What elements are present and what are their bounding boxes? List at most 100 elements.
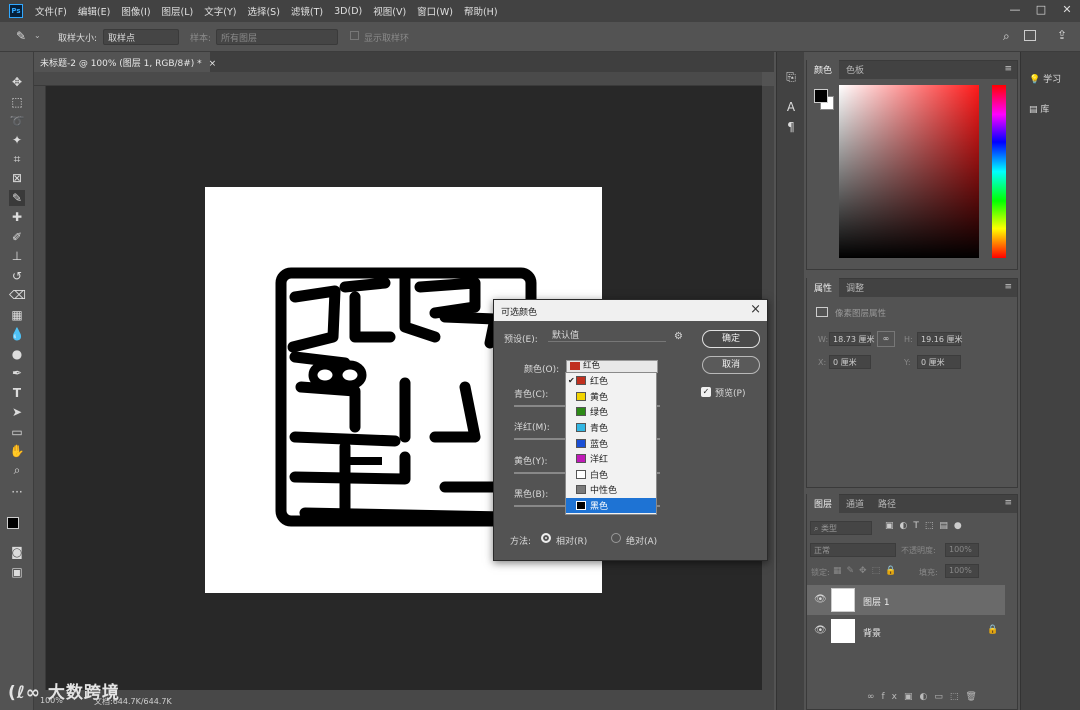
- chevron-down-icon[interactable]: ⌄: [34, 31, 41, 40]
- move-tool-icon[interactable]: ✥: [9, 74, 25, 90]
- menu-view[interactable]: 视图(V): [373, 4, 406, 18]
- layer-row-layer1[interactable]: 👁 图层 1: [807, 585, 1005, 615]
- dropdown-option-blue[interactable]: 蓝色: [566, 435, 656, 451]
- eye-icon[interactable]: 👁: [814, 625, 827, 636]
- history-panel-icon[interactable]: ⎘: [783, 70, 799, 86]
- tab-color[interactable]: 颜色: [807, 60, 840, 79]
- layer-name[interactable]: 图层 1: [863, 595, 890, 608]
- dropdown-option-green[interactable]: 绿色: [566, 404, 656, 420]
- blend-mode-select[interactable]: 正常: [810, 543, 896, 557]
- saturation-brightness-field[interactable]: [839, 85, 979, 258]
- menu-filter[interactable]: 滤镜(T): [291, 4, 323, 18]
- learn-panel-button[interactable]: 💡 学习: [1029, 72, 1061, 85]
- hand-tool-icon[interactable]: ✋: [9, 443, 25, 459]
- crop-tool-icon[interactable]: ⌗: [9, 151, 25, 167]
- tab-paths[interactable]: 路径: [871, 494, 903, 513]
- dropdown-option-white[interactable]: 白色: [566, 467, 656, 483]
- blur-tool-icon[interactable]: 💧: [9, 326, 25, 342]
- close-window-button[interactable]: ✕: [1054, 0, 1080, 22]
- link-icon[interactable]: ∞: [877, 331, 895, 347]
- eye-icon[interactable]: 👁: [814, 594, 827, 605]
- close-icon[interactable]: ×: [750, 302, 761, 317]
- more-tools-icon[interactable]: ···: [9, 484, 25, 500]
- sample-select[interactable]: 所有图层: [216, 29, 338, 45]
- workspace-icon[interactable]: [1024, 30, 1036, 41]
- preset-select[interactable]: 默认值: [548, 328, 666, 342]
- layer-row-background[interactable]: 👁 背景 🔒: [807, 616, 1005, 646]
- layer-actions-icons[interactable]: ∞fx▣◐▭⬚🗑: [867, 692, 984, 702]
- type-tool-icon[interactable]: T: [9, 385, 25, 401]
- menu-type[interactable]: 文字(Y): [204, 4, 236, 18]
- width-field[interactable]: 18.73 厘米: [829, 332, 874, 346]
- preview-checkbox[interactable]: ✓: [701, 387, 711, 397]
- character-panel-icon[interactable]: A: [783, 100, 799, 116]
- healing-brush-tool-icon[interactable]: ✚: [9, 209, 25, 225]
- panel-menu-icon[interactable]: ≡: [1004, 498, 1012, 508]
- hue-slider[interactable]: [992, 85, 1006, 258]
- menu-edit[interactable]: 编辑(E): [78, 4, 110, 18]
- panel-menu-icon[interactable]: ≡: [1004, 282, 1012, 292]
- lasso-tool-icon[interactable]: ➰: [9, 113, 25, 129]
- brush-tool-icon[interactable]: ✐: [9, 229, 25, 245]
- eyedropper-tool-icon[interactable]: ✎: [9, 190, 25, 206]
- dropdown-option-black[interactable]: 黑色: [566, 497, 656, 514]
- dropdown-option-yellow[interactable]: 黄色: [566, 389, 656, 405]
- menu-help[interactable]: 帮助(H): [464, 4, 498, 18]
- path-selection-tool-icon[interactable]: ➤: [9, 404, 25, 420]
- menu-select[interactable]: 选择(S): [247, 4, 279, 18]
- dodge-tool-icon[interactable]: ●: [9, 346, 25, 362]
- menu-layer[interactable]: 图层(L): [162, 4, 194, 18]
- close-tab-icon[interactable]: ×: [209, 59, 217, 69]
- search-icon[interactable]: ⌕: [1003, 29, 1010, 44]
- marquee-tool-icon[interactable]: ⬚: [9, 94, 25, 110]
- libraries-panel-button[interactable]: ▤ 库: [1029, 102, 1049, 115]
- pen-tool-icon[interactable]: ✒: [9, 365, 25, 381]
- frame-tool-icon[interactable]: ⊠: [9, 170, 25, 186]
- tab-layers[interactable]: 图层: [807, 494, 840, 513]
- eyedropper-icon[interactable]: ✎: [16, 29, 26, 43]
- clone-stamp-tool-icon[interactable]: ⊥: [9, 248, 25, 264]
- screen-mode-icon[interactable]: ▣: [9, 564, 25, 580]
- menu-window[interactable]: 窗口(W): [417, 4, 453, 18]
- panel-menu-icon[interactable]: ≡: [1004, 64, 1012, 74]
- sample-size-select[interactable]: 取样点: [103, 29, 179, 45]
- dropdown-option-cyan[interactable]: 青色: [566, 420, 656, 436]
- menu-file[interactable]: 文件(F): [35, 4, 67, 18]
- absolute-radio[interactable]: [611, 533, 621, 543]
- foreground-color-swatch[interactable]: [814, 89, 828, 103]
- history-brush-tool-icon[interactable]: ↺: [9, 268, 25, 284]
- layer-name[interactable]: 背景: [863, 626, 881, 639]
- ok-button[interactable]: 确定: [702, 330, 760, 348]
- dropdown-option-red[interactable]: ✔ 红色: [566, 373, 656, 389]
- foreground-color-swatch[interactable]: [7, 517, 19, 529]
- dropdown-option-magenta[interactable]: 洋红: [566, 451, 656, 467]
- maximize-button[interactable]: □: [1028, 0, 1054, 22]
- paragraph-panel-icon[interactable]: ¶: [783, 120, 799, 136]
- cancel-button[interactable]: 取消: [702, 356, 760, 374]
- show-ring-checkbox[interactable]: [350, 31, 359, 40]
- magic-wand-tool-icon[interactable]: ✦: [9, 132, 25, 148]
- gradient-tool-icon[interactable]: ▦: [9, 307, 25, 323]
- zoom-tool-icon[interactable]: ⌕: [9, 462, 25, 478]
- relative-radio[interactable]: [541, 533, 551, 543]
- layer-filter-icons[interactable]: ▣◐T⬚▤●: [885, 521, 968, 531]
- rectangle-tool-icon[interactable]: ▭: [9, 424, 25, 440]
- y-field[interactable]: 0 厘米: [917, 355, 961, 369]
- minimize-button[interactable]: —: [1002, 0, 1028, 22]
- quick-mask-icon[interactable]: ◙: [9, 544, 25, 560]
- height-field[interactable]: 19.16 厘米: [917, 332, 962, 346]
- tab-adjustments[interactable]: 调整: [839, 278, 871, 297]
- tab-channels[interactable]: 通道: [839, 494, 871, 513]
- dropdown-option-neutral[interactable]: 中性色: [566, 482, 656, 498]
- share-icon[interactable]: ⇪: [1057, 28, 1067, 42]
- tab-swatches[interactable]: 色板: [839, 60, 871, 79]
- fill-field[interactable]: 100%: [945, 564, 979, 578]
- opacity-field[interactable]: 100%: [945, 543, 979, 557]
- gear-icon[interactable]: ⚙: [674, 331, 683, 342]
- tab-properties[interactable]: 属性: [807, 278, 840, 297]
- layer-filter-select[interactable]: ⌕ 类型: [810, 521, 872, 535]
- menu-image[interactable]: 图像(I): [121, 4, 150, 18]
- x-field[interactable]: 0 厘米: [829, 355, 871, 369]
- eraser-tool-icon[interactable]: ⌫: [9, 287, 26, 303]
- menu-3d[interactable]: 3D(D): [334, 6, 362, 17]
